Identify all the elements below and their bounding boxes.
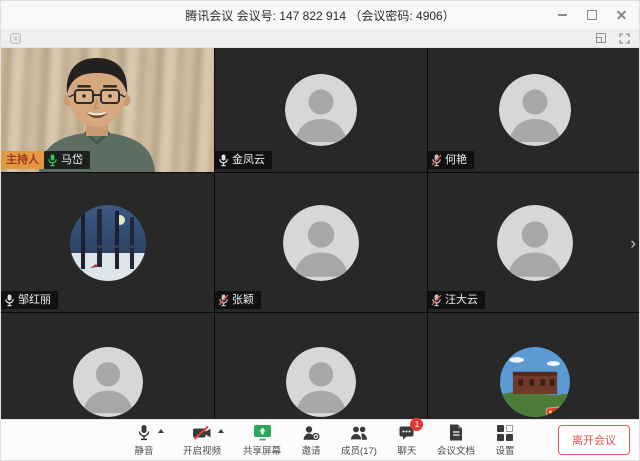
minimize-icon[interactable] bbox=[555, 8, 569, 22]
participant-tile-heyan[interactable]: 何艳 bbox=[428, 48, 640, 172]
participant-tile-jinfengyun[interactable]: 金凤云 bbox=[215, 48, 427, 172]
participant-name: 马岱 bbox=[61, 151, 83, 169]
maximize-icon[interactable] bbox=[585, 8, 599, 22]
mute-options-caret-icon[interactable] bbox=[158, 429, 164, 433]
participant-name: 汪大云 bbox=[445, 291, 478, 309]
avatar bbox=[285, 74, 357, 146]
view-bar bbox=[1, 29, 639, 48]
host-badge: 主持人 bbox=[1, 151, 44, 169]
participant-tile-9[interactable] bbox=[428, 313, 640, 421]
participant-tile-8[interactable] bbox=[215, 313, 427, 421]
meeting-docs-button[interactable]: 会议文档 bbox=[437, 424, 475, 457]
participant-name: 金凤云 bbox=[232, 151, 265, 169]
document-icon bbox=[448, 424, 463, 441]
avatar bbox=[497, 205, 573, 281]
settings-button[interactable]: 设置 bbox=[488, 424, 522, 457]
avatar bbox=[73, 347, 143, 417]
settings-grid-icon bbox=[497, 425, 513, 441]
mic-muted-icon bbox=[431, 294, 442, 307]
nameplate: 主持人 马岱 bbox=[1, 151, 90, 169]
participant-tile-7[interactable] bbox=[1, 313, 214, 421]
video-options-caret-icon[interactable] bbox=[218, 429, 224, 433]
members-button[interactable]: 成员(17) bbox=[341, 424, 377, 457]
mic-on-icon bbox=[218, 154, 229, 167]
participant-name: 邹红丽 bbox=[18, 291, 51, 309]
video-grid: 主持人 马岱 bbox=[1, 48, 640, 421]
invite-person-icon bbox=[302, 425, 320, 441]
next-page-arrow[interactable]: › bbox=[627, 230, 639, 255]
layout-switch-icon[interactable] bbox=[596, 33, 606, 43]
network-status-icon[interactable] bbox=[10, 33, 21, 44]
meeting-window: 腾讯会议 会议号: 147 822 914 （会议密码: 4906） bbox=[0, 0, 640, 461]
mic-muted-icon bbox=[218, 294, 229, 307]
window-title: 腾讯会议 会议号: 147 822 914 （会议密码: 4906） bbox=[185, 7, 454, 24]
share-screen-button[interactable]: 共享屏幕 bbox=[243, 424, 281, 457]
avatar-photo-building bbox=[500, 347, 570, 417]
mute-button[interactable]: 静音 bbox=[127, 424, 161, 457]
mic-on-icon bbox=[4, 294, 15, 307]
members-icon bbox=[349, 425, 369, 441]
chat-unread-badge: 1 bbox=[410, 418, 423, 431]
chat-button[interactable]: 1 聊天 bbox=[390, 424, 424, 457]
title-bar: 腾讯会议 会议号: 147 822 914 （会议密码: 4906） bbox=[1, 1, 639, 29]
avatar bbox=[286, 347, 356, 417]
mic-muted-icon bbox=[431, 154, 442, 167]
screen-share-icon bbox=[253, 424, 272, 441]
fullscreen-icon[interactable] bbox=[619, 33, 630, 44]
participant-tile-zouhongli[interactable]: 邹红丽 bbox=[1, 173, 214, 312]
avatar bbox=[499, 74, 571, 146]
participant-tile-wangdayun[interactable]: 汪大云 › bbox=[428, 173, 640, 312]
close-icon[interactable] bbox=[615, 8, 629, 22]
start-video-button[interactable]: 开启视频 bbox=[183, 424, 221, 457]
leave-meeting-button[interactable]: 离开会议 bbox=[558, 425, 630, 455]
avatar-photo-snow bbox=[70, 205, 146, 281]
mic-active-icon bbox=[47, 154, 58, 167]
invite-button[interactable]: 邀请 bbox=[294, 424, 328, 457]
red-flag-sticker bbox=[546, 407, 562, 417]
participant-tile-zhangying[interactable]: 张颖 bbox=[215, 173, 427, 312]
microphone-icon bbox=[136, 424, 152, 441]
participant-name: 张颖 bbox=[232, 291, 254, 309]
meeting-toolbar: 静音 开启视频 共享屏幕 bbox=[1, 419, 640, 460]
window-controls bbox=[555, 1, 629, 29]
camera-off-icon bbox=[192, 425, 212, 441]
avatar bbox=[283, 205, 359, 281]
participant-name: 何艳 bbox=[445, 151, 467, 169]
participant-tile-madai[interactable]: 主持人 马岱 bbox=[1, 48, 214, 172]
